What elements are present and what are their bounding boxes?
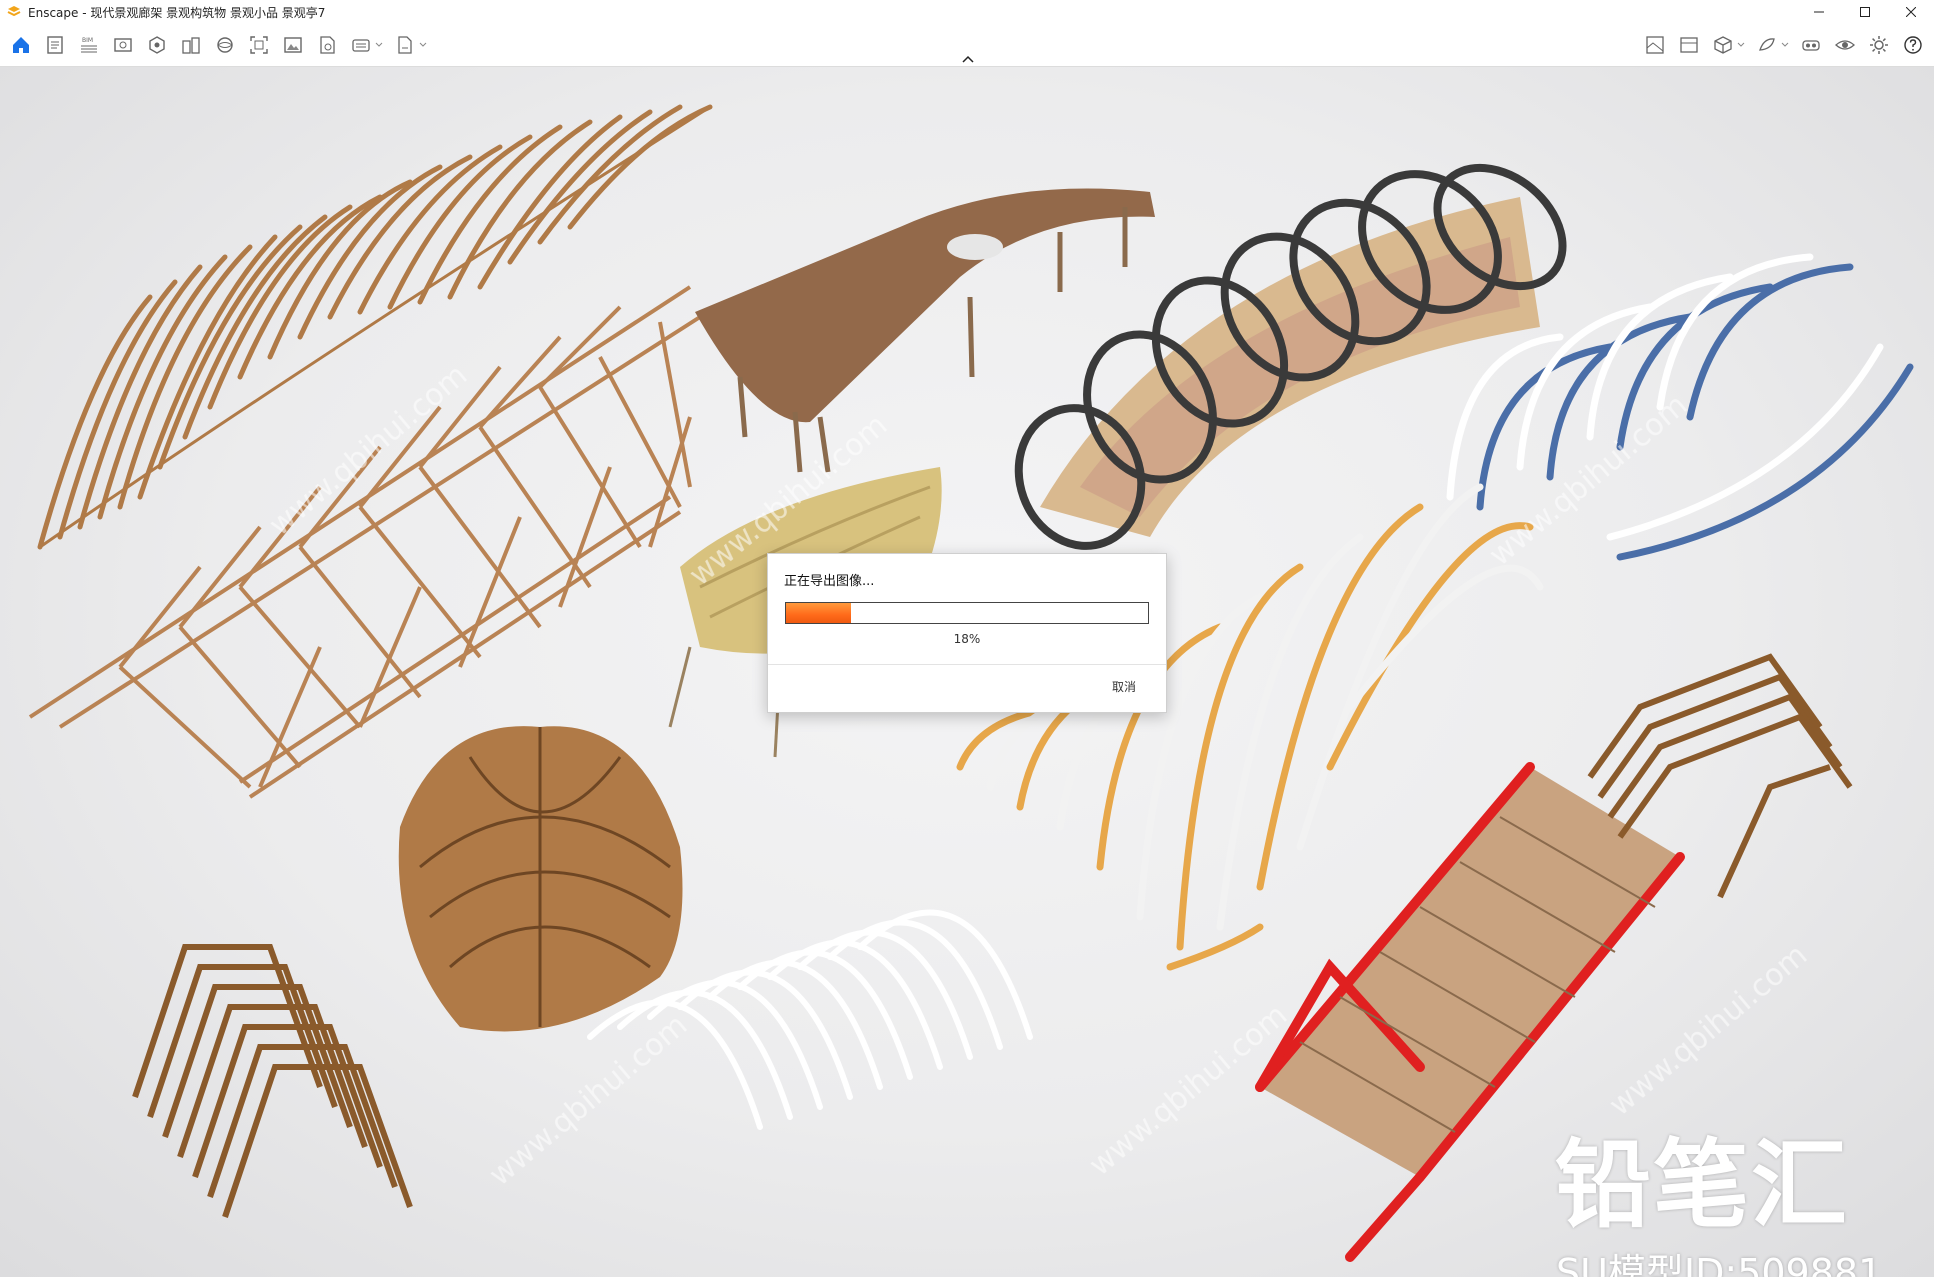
timber-dome-pavilion bbox=[398, 726, 683, 1032]
view-mode-dropdown[interactable] bbox=[1736, 30, 1746, 60]
atmosphere-button[interactable] bbox=[1640, 30, 1670, 60]
material-editor-icon bbox=[217, 37, 233, 53]
batch-render-icon bbox=[284, 37, 302, 53]
minimize-button[interactable] bbox=[1796, 0, 1842, 24]
help-button[interactable] bbox=[1898, 30, 1928, 60]
export-panorama-dropdown[interactable] bbox=[374, 30, 384, 60]
view-mode-icon bbox=[1714, 36, 1732, 54]
progress-percent: 18% bbox=[953, 632, 981, 646]
capture-screenshot-icon bbox=[250, 36, 268, 54]
dialog-divider bbox=[768, 664, 1166, 665]
atmosphere-icon bbox=[1646, 36, 1664, 54]
video-editor-icon bbox=[320, 36, 335, 54]
view-mode-button[interactable] bbox=[1708, 30, 1738, 60]
chevron-down-icon bbox=[1737, 42, 1745, 47]
close-button[interactable] bbox=[1888, 0, 1934, 24]
collapse-toolbar-button[interactable] bbox=[957, 52, 979, 66]
maximize-button[interactable] bbox=[1842, 0, 1888, 24]
export-panorama-icon bbox=[352, 39, 370, 52]
export-progress-dialog: 正在导出图像... 18% 取消 bbox=[767, 553, 1167, 713]
model-id-label: SU模型ID:509881 bbox=[1556, 1251, 1883, 1277]
svg-text:www.qbihui.com: www.qbihui.com bbox=[1603, 938, 1815, 1123]
export-progress-bar bbox=[785, 602, 1149, 624]
settings-gear-icon bbox=[1870, 36, 1888, 54]
render-quality-icon bbox=[1759, 38, 1775, 51]
chevron-down-icon bbox=[1781, 42, 1789, 47]
export-file-button[interactable] bbox=[390, 30, 420, 60]
help-icon bbox=[1904, 36, 1922, 54]
close-icon bbox=[1906, 7, 1916, 17]
export-file-dropdown[interactable] bbox=[418, 30, 428, 60]
vr-headset-icon bbox=[1802, 40, 1820, 51]
toolbar-left-group: BIM bbox=[4, 24, 432, 66]
visual-settings-icon bbox=[1680, 37, 1698, 53]
visibility-button[interactable] bbox=[1830, 30, 1860, 60]
window-title: Enscape - 现代景观廊架 景观构筑物 景观小品 景观亭7 bbox=[28, 5, 326, 20]
truss-frame-structure bbox=[28, 285, 702, 799]
maximize-icon bbox=[1860, 7, 1870, 17]
vr-headset-button[interactable] bbox=[1796, 30, 1826, 60]
cancel-button[interactable]: 取消 bbox=[1112, 678, 1136, 695]
bim-button[interactable]: BIM bbox=[74, 30, 104, 60]
visibility-icon bbox=[1835, 40, 1855, 50]
batch-render-button[interactable] bbox=[278, 30, 308, 60]
export-file-icon bbox=[398, 36, 412, 54]
asset-library-button[interactable] bbox=[176, 30, 206, 60]
window-controls bbox=[1796, 0, 1934, 24]
enscape-logo-icon bbox=[7, 6, 21, 17]
title-bar: Enscape - 现代景观廊架 景观构筑物 景观小品 景观亭7 bbox=[0, 0, 1934, 24]
chevron-down-icon bbox=[419, 42, 427, 47]
svg-text:BIM: BIM bbox=[82, 37, 93, 44]
home-button[interactable] bbox=[6, 30, 36, 60]
slat-gate-frame bbox=[132, 944, 413, 1218]
capture-screenshot-button[interactable] bbox=[244, 30, 274, 60]
project-notes-icon bbox=[47, 36, 63, 54]
chevron-down-icon bbox=[375, 42, 383, 47]
site-context-icon bbox=[149, 36, 165, 54]
export-panorama-button[interactable] bbox=[346, 30, 376, 60]
video-editor-button[interactable] bbox=[312, 30, 342, 60]
site-context-button[interactable] bbox=[142, 30, 172, 60]
render-quality-button[interactable] bbox=[1752, 30, 1782, 60]
visual-settings-button[interactable] bbox=[1674, 30, 1704, 60]
dialog-title: 正在导出图像... bbox=[784, 574, 875, 589]
home-icon bbox=[13, 37, 29, 53]
minimize-icon bbox=[1814, 11, 1824, 13]
main-toolbar: BIM bbox=[0, 24, 1934, 67]
render-quality-dropdown[interactable] bbox=[1780, 30, 1790, 60]
material-editor-button[interactable] bbox=[210, 30, 240, 60]
bim-icon: BIM bbox=[81, 37, 97, 53]
chevron-up-icon bbox=[962, 55, 974, 63]
toolbar-right-group bbox=[1638, 24, 1930, 66]
settings-button[interactable] bbox=[1864, 30, 1894, 60]
project-notes-button[interactable] bbox=[40, 30, 70, 60]
view-management-button[interactable] bbox=[108, 30, 138, 60]
brand-watermark: 铅笔汇 bbox=[1555, 1129, 1849, 1241]
asset-library-icon bbox=[182, 37, 200, 54]
wave-rib-pavilion bbox=[37, 104, 713, 550]
view-management-icon bbox=[114, 38, 132, 52]
curved-roof-pavilion bbox=[695, 188, 1155, 473]
progress-fill bbox=[786, 603, 852, 623]
